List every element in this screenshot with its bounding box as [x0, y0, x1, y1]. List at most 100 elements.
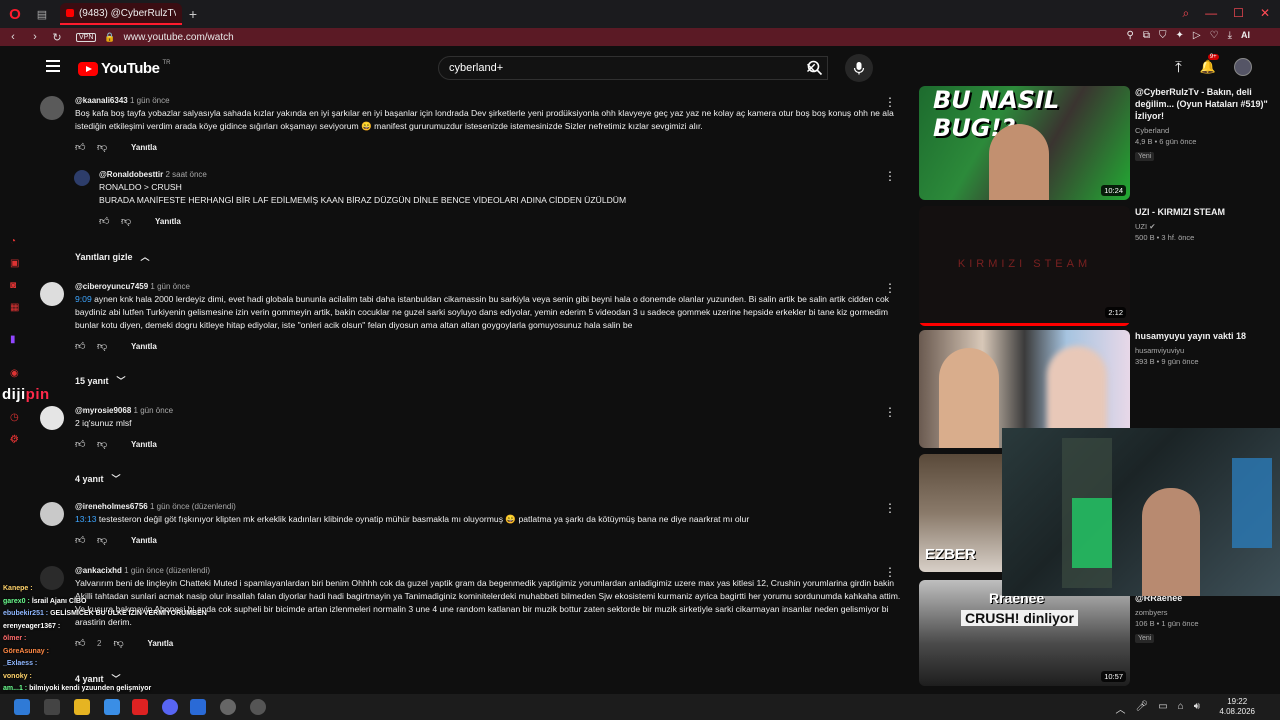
- video-title[interactable]: UZI - KIRMIZI STEAM: [1135, 206, 1275, 218]
- video-thumbnail[interactable]: BU NASIL BUG!? 10:24: [919, 86, 1130, 200]
- search-button[interactable]: [800, 56, 830, 80]
- maximize-button[interactable]: ☐: [1233, 6, 1244, 21]
- opera-logo-icon[interactable]: O: [0, 0, 30, 28]
- file-explorer-icon[interactable]: [74, 699, 90, 715]
- menu-icon[interactable]: [46, 60, 60, 72]
- account-avatar[interactable]: [1234, 58, 1252, 76]
- back-icon[interactable]: ‹: [4, 31, 22, 43]
- like-icon[interactable]: 👍︎: [75, 340, 85, 352]
- lock-icon[interactable]: 🔒: [104, 32, 115, 43]
- browser-tab[interactable]: (9483) @CyberRulzTv - YE: [60, 3, 182, 25]
- app-icon[interactable]: [190, 699, 206, 715]
- download-icon[interactable]: ⤓: [1228, 30, 1232, 41]
- show-replies-button[interactable]: 4 yanıt ﹀: [75, 472, 121, 485]
- dislike-icon[interactable]: 👎︎: [97, 141, 107, 153]
- volume-icon[interactable]: 🔊︎: [1194, 701, 1200, 716]
- reply-button[interactable]: Yanıtla: [131, 536, 157, 545]
- comment-time[interactable]: 1 gün önce (düzenlendi): [124, 566, 210, 575]
- shield-icon[interactable]: ⛉: [1159, 30, 1167, 41]
- timestamp-link[interactable]: 9:09: [75, 294, 92, 304]
- dislike-icon[interactable]: 👎︎: [97, 438, 107, 450]
- sidebar-messenger-icon[interactable]: ◙: [10, 280, 22, 292]
- channel-name[interactable]: zombyers: [1135, 607, 1275, 618]
- more-options-icon[interactable]: ⋮: [884, 170, 896, 182]
- more-options-icon[interactable]: ⋮: [884, 96, 896, 108]
- video-thumbnail[interactable]: KIRMIZI STEAM 2:12: [919, 206, 1130, 326]
- discord-icon[interactable]: [162, 699, 178, 715]
- dislike-icon[interactable]: 👎︎: [97, 340, 107, 352]
- sidebar-chat-icon[interactable]: ▦: [10, 302, 22, 314]
- comment-author[interactable]: @Ronaldobesttir: [99, 170, 163, 179]
- url-field[interactable]: www.youtube.com/watch: [124, 32, 234, 43]
- avatar[interactable]: [40, 96, 64, 120]
- like-icon[interactable]: 👍︎: [75, 141, 85, 153]
- mail-icon[interactable]: [104, 699, 120, 715]
- close-window-button[interactable]: ✕: [1260, 6, 1270, 21]
- new-tab-button[interactable]: +: [182, 6, 204, 22]
- extension-icon[interactable]: ✦: [1176, 30, 1184, 41]
- avatar[interactable]: [40, 406, 64, 430]
- sidebar-twitch-icon[interactable]: ▮: [10, 334, 22, 346]
- like-icon[interactable]: 👍︎: [75, 438, 85, 450]
- reply-button[interactable]: Yanıtla: [131, 440, 157, 449]
- channel-name[interactable]: Cyberland: [1135, 125, 1275, 136]
- more-options-icon[interactable]: ⋮: [884, 406, 896, 418]
- comment-author[interactable]: @ireneholmes6756: [75, 502, 148, 511]
- obs-icon[interactable]: [220, 699, 236, 715]
- dislike-icon[interactable]: 👎︎: [121, 215, 131, 227]
- channel-name[interactable]: UZI ✔: [1135, 221, 1275, 232]
- comment-author[interactable]: @kaanali6343: [75, 96, 128, 105]
- show-replies-button[interactable]: 15 yanıt ﹀: [75, 374, 126, 387]
- comment-author[interactable]: @myrosie9068: [75, 406, 131, 415]
- more-options-icon[interactable]: ⋮: [884, 502, 896, 514]
- more-options-icon[interactable]: ⋮: [884, 566, 896, 578]
- network-icon[interactable]: ⌂: [1178, 701, 1184, 716]
- play-icon[interactable]: ▷: [1193, 30, 1201, 41]
- tab-menu-icon[interactable]: ▤: [30, 8, 54, 21]
- comment-time[interactable]: 1 gün önce: [134, 406, 174, 415]
- hide-replies-button[interactable]: Yanıtları gizle ︿: [75, 250, 150, 263]
- voice-search-button[interactable]: [845, 54, 873, 82]
- minimize-button[interactable]: —: [1205, 6, 1217, 21]
- search-tabs-icon[interactable]: ⌕: [1182, 6, 1189, 21]
- settings-taskbar-icon[interactable]: [250, 699, 266, 715]
- like-icon[interactable]: 👍︎: [75, 534, 85, 546]
- sidebar-settings-icon[interactable]: ⚙: [10, 434, 22, 446]
- system-clock[interactable]: 19:22 4.08.2026: [1219, 697, 1255, 717]
- pin-icon[interactable]: ⚲: [1127, 30, 1134, 41]
- timestamp-link[interactable]: 13:13: [75, 514, 97, 524]
- upload-icon[interactable]: ⤒: [1175, 59, 1182, 76]
- sidebar-history-icon[interactable]: ◔: [10, 236, 22, 248]
- more-options-icon[interactable]: ⋮: [884, 282, 896, 294]
- sidebar-bag-icon[interactable]: ▣: [10, 258, 22, 270]
- display-icon[interactable]: ▭: [1158, 701, 1167, 716]
- avatar[interactable]: [40, 282, 64, 306]
- video-title[interactable]: husamyuyu yayın vakti 18: [1135, 330, 1275, 342]
- reply-button[interactable]: Yanıtla: [131, 342, 157, 351]
- chevron-up-icon[interactable]: ︿: [1115, 701, 1125, 716]
- like-icon[interactable]: 👍︎: [99, 215, 109, 227]
- avatar[interactable]: [74, 170, 90, 186]
- reply-button[interactable]: Yanıtla: [155, 217, 181, 226]
- notifications-button[interactable]: 🔔 9+: [1200, 54, 1219, 75]
- reload-icon[interactable]: ↻: [48, 31, 66, 44]
- reply-button[interactable]: Yanıtla: [131, 143, 157, 152]
- vpn-badge[interactable]: VPN: [76, 32, 97, 42]
- comment-time[interactable]: 2 saat önce: [165, 170, 206, 179]
- snapshot-icon[interactable]: ⧉: [1143, 30, 1150, 41]
- youtube-logo[interactable]: YouTube TR: [78, 60, 170, 77]
- ai-button[interactable]: AI: [1241, 30, 1250, 41]
- comment-author[interactable]: @ankacixhd: [75, 566, 122, 575]
- sidebar-player-icon[interactable]: ◉: [10, 368, 22, 380]
- comment-time[interactable]: 1 gün önce: [130, 96, 170, 105]
- search-input[interactable]: cyberland+ ✕: [438, 56, 828, 80]
- search-taskbar-icon[interactable]: [44, 699, 60, 715]
- forward-icon[interactable]: ›: [26, 31, 44, 43]
- comment-time[interactable]: 1 gün önce (düzenlendi): [150, 502, 236, 511]
- microphone-tray-icon[interactable]: 🎤︎: [1135, 701, 1148, 716]
- video-title[interactable]: @CyberRulzTv - Bakın, deli değilim... (O…: [1135, 86, 1275, 122]
- channel-name[interactable]: husamviyuviyu: [1135, 345, 1275, 356]
- comment-author[interactable]: @ciberoyuncu7459: [75, 282, 148, 291]
- opera-taskbar-icon[interactable]: [132, 699, 148, 715]
- start-icon[interactable]: [14, 699, 30, 715]
